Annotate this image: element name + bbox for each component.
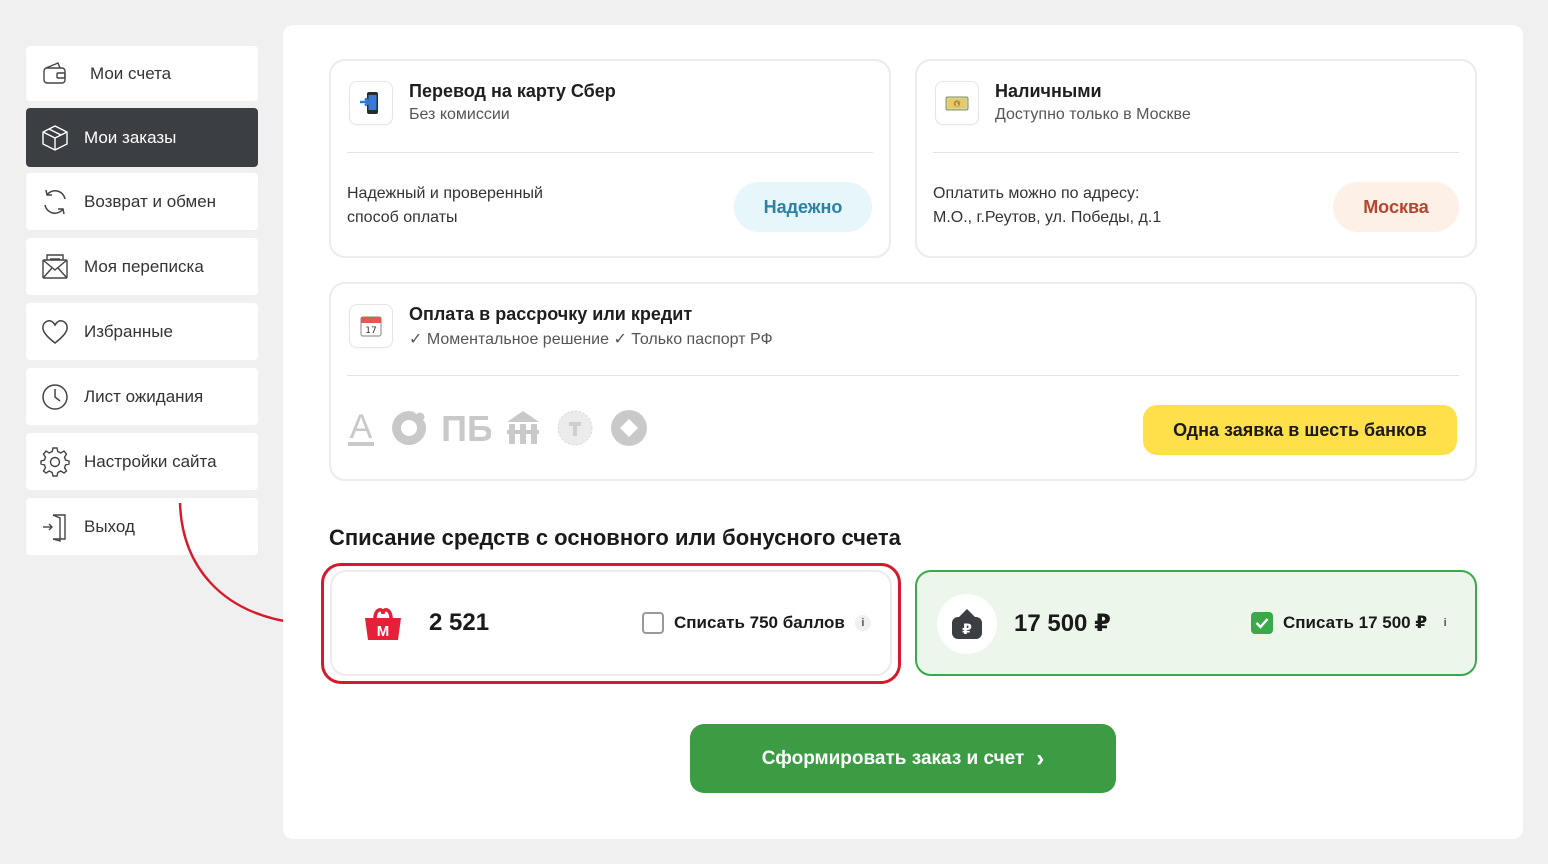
sidebar-item-label: Выход <box>84 516 135 536</box>
box-icon <box>40 123 70 153</box>
clock-icon <box>40 382 70 412</box>
alfa-bank-icon: А <box>348 408 374 446</box>
calendar-icon: 17 <box>349 304 393 348</box>
checkbox-unchecked[interactable] <box>642 612 664 634</box>
card-header: 17 Оплата в рассрочку или кредит ✓ Момен… <box>349 304 773 349</box>
sidebar-item-returns[interactable]: Возврат и обмен <box>26 173 258 230</box>
card-subtitle: Без комиссии <box>409 106 510 123</box>
checkbox-label: Списать 750 баллов <box>674 613 845 632</box>
sidebar-item-site-settings[interactable]: Настройки сайта <box>26 433 258 490</box>
megamarket-logo-letter: М <box>377 623 390 640</box>
sidebar-item-label: Возврат и обмен <box>84 191 217 211</box>
points-balance: 2 521 <box>429 609 490 636</box>
calendar-day-text: 17 <box>365 326 376 336</box>
card-header: Перевод на карту Сбер Без комиссии <box>349 81 616 125</box>
sidebar-item-waitlist[interactable]: Лист ожидания <box>26 368 258 425</box>
sovcombank-icon <box>392 411 427 445</box>
tinkoff-icon <box>557 410 593 446</box>
write-off-account-checkbox[interactable]: Списать 17 500 ₽ i <box>1251 612 1453 634</box>
wallet-ruble-icon: ₽ <box>937 594 997 654</box>
moscow-badge: Москва <box>1333 182 1459 232</box>
account-balance: 17 500 ₽ <box>1014 609 1111 637</box>
main-account-card[interactable]: ₽ 17 500 ₽ Списать 17 500 ₽ i <box>915 570 1477 676</box>
phone-transfer-icon <box>349 81 393 125</box>
divider <box>347 152 873 153</box>
desc-line: Надежный и проверенный <box>347 185 543 202</box>
megamarket-logo-icon: М <box>360 606 406 647</box>
card-title: Наличными <box>995 81 1102 101</box>
cash-icon: $ <box>935 81 979 125</box>
sidebar-item-my-accounts[interactable]: Мои счета <box>26 46 258 101</box>
reliable-badge: Надежно <box>734 182 872 232</box>
checkmark-icon <box>1255 618 1269 629</box>
desc-line: способ оплаты <box>347 209 458 226</box>
sidebar-item-label: Настройки сайта <box>84 451 217 471</box>
create-order-button[interactable]: Сформировать заказ и счет › <box>690 724 1116 793</box>
chevron-right-icon: › <box>1036 744 1045 772</box>
sidebar-item-label: Моя переписка <box>84 256 204 276</box>
mail-icon <box>40 252 70 282</box>
desc-line: Оплатить можно по адресу: <box>933 185 1140 202</box>
card-title: Оплата в рассрочку или кредит <box>409 304 693 324</box>
sidebar-item-my-orders[interactable]: Мои заказы <box>26 108 258 167</box>
sidebar-item-label: Избранные <box>84 321 173 341</box>
alfa-bank-letter: А <box>350 408 373 446</box>
card-subtitle: ✓ Моментальное решение ✓ Только паспорт … <box>409 331 773 348</box>
card-subtitle: Доступно только в Москве <box>995 106 1191 123</box>
card-title: Перевод на карту Сбер <box>409 81 616 101</box>
bank-building-icon <box>507 411 539 444</box>
refresh-icon <box>40 187 70 217</box>
pochtabank-letters: ПБ <box>443 408 491 448</box>
checkbox-label: Списать 17 500 ₽ <box>1283 613 1428 632</box>
sidebar-item-label: Лист ожидания <box>84 386 204 406</box>
write-off-points-checkbox[interactable]: Списать 750 баллов i <box>642 612 871 634</box>
logout-icon <box>40 512 70 542</box>
card-description: Надежный и проверенный способ оплаты <box>347 182 543 230</box>
wallet-icon <box>40 59 70 89</box>
bank-logos: А ПБ <box>347 408 649 448</box>
divider <box>933 152 1459 153</box>
pochtabank-icon: ПБ <box>443 408 491 448</box>
checkbox-checked[interactable] <box>1251 612 1273 634</box>
bonus-section-title: Списание средств с основного или бонусно… <box>329 525 901 550</box>
sidebar-item-label: Мои счета <box>90 63 172 83</box>
apply-six-banks-button[interactable]: Одна заявка в шесть банков <box>1143 405 1457 455</box>
payment-option-sber[interactable]: Перевод на карту Сбер Без комиссии Надеж… <box>329 59 891 258</box>
sidebar-item-label: Мои заказы <box>84 127 177 147</box>
ruble-sign: ₽ <box>962 622 972 638</box>
gear-icon <box>40 446 70 477</box>
sidebar-item-messages[interactable]: Моя переписка <box>26 238 258 295</box>
info-icon[interactable]: i <box>854 615 871 631</box>
svg-text:$: $ <box>955 102 958 108</box>
card-description: Оплатить можно по адресу: М.О., г.Реутов… <box>933 182 1161 230</box>
divider <box>347 375 1459 376</box>
info-icon[interactable]: i <box>1437 615 1453 631</box>
bonus-points-card[interactable]: М 2 521 Списать 750 баллов i <box>330 570 892 676</box>
sidebar-item-favorites[interactable]: Избранные <box>26 303 258 360</box>
main-panel: Перевод на карту Сбер Без комиссии Надеж… <box>283 25 1523 839</box>
card-header: $ Наличными Доступно только в Москве <box>935 81 1191 125</box>
heart-icon <box>40 317 70 347</box>
raiffeisen-icon <box>611 410 647 446</box>
button-label: Сформировать заказ и счет <box>761 747 1025 769</box>
desc-line: М.О., г.Реутов, ул. Победы, д.1 <box>933 209 1162 226</box>
payment-option-credit[interactable]: 17 Оплата в рассрочку или кредит ✓ Момен… <box>329 282 1477 481</box>
page: Мои счета Мои заказы Возврат и обмен Моя… <box>0 0 1548 864</box>
sidebar: Мои счета Мои заказы Возврат и обмен Моя… <box>26 46 258 563</box>
payment-option-cash[interactable]: $ Наличными Доступно только в Москве Опл… <box>915 59 1477 258</box>
